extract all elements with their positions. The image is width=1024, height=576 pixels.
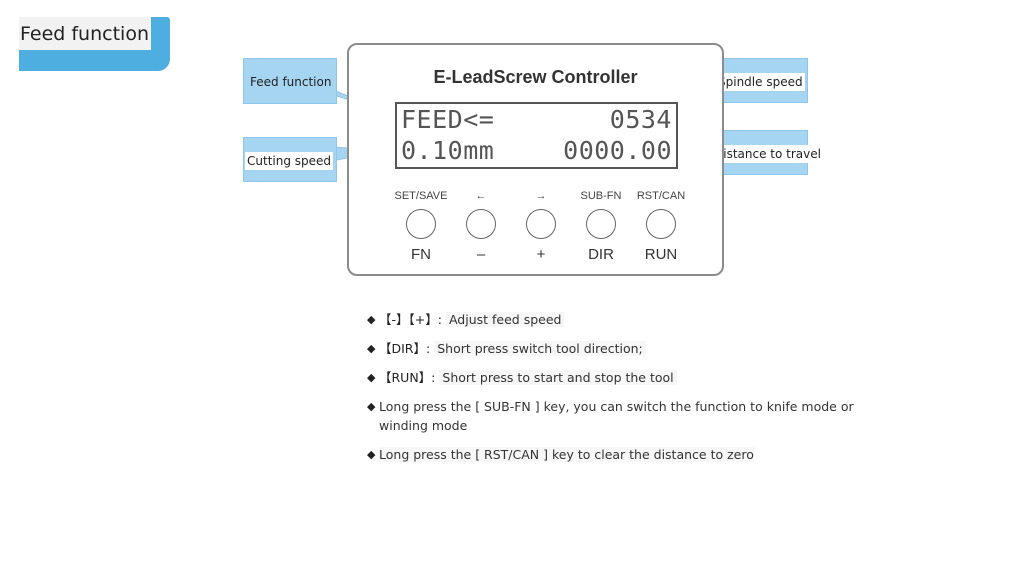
key-plus: → + (511, 189, 571, 264)
diamond-bullet-icon: ◆ (367, 342, 376, 355)
key-top-label: SET/SAVE (394, 190, 448, 202)
callout-feed-function: Feed function (243, 58, 337, 104)
key-top-label: SUB-FN (580, 190, 622, 202)
item-description: Long press the [ RST/CAN ] key to clear … (379, 447, 754, 462)
diamond-bullet-icon: ◆ (367, 448, 376, 461)
key-row: SET/SAVE FN ← – → + SUB-FN DIR RST/CAN R… (391, 189, 691, 264)
key-top-label: RST/CAN (636, 190, 686, 202)
key-name: 【RUN】: (379, 370, 436, 385)
key-name: 【-】【+】: (379, 312, 442, 327)
plus-button[interactable] (526, 209, 556, 239)
callout-label: Cutting speed (245, 152, 334, 170)
section-title: Feed function (19, 17, 151, 50)
right-arrow-icon: → (535, 190, 547, 202)
section-title-tab: Feed function (19, 17, 170, 71)
key-dir: SUB-FN DIR (571, 189, 631, 264)
lcd-cutting-speed: 0.10mm (401, 136, 495, 165)
lcd-feed-mode: FEED<= (401, 105, 495, 134)
list-item: ◆ Long press the [ RST/CAN ] key to clea… (367, 445, 877, 464)
callout-distance: Distance to travel (712, 130, 823, 175)
list-item: ◆ 【-】【+】: Adjust feed speed (367, 310, 877, 329)
key-bottom-label: DIR (588, 246, 614, 263)
lcd-row-2: 0.10mm 0000.00 (401, 135, 672, 166)
key-bottom-label: FN (411, 246, 431, 263)
left-arrow-icon: ← (475, 190, 487, 202)
key-bottom-label: + (536, 246, 546, 263)
callout-label: Feed function (250, 75, 332, 89)
key-minus: ← – (451, 189, 511, 264)
diamond-bullet-icon: ◆ (367, 313, 376, 326)
key-run: RST/CAN RUN (631, 189, 691, 264)
run-button[interactable] (646, 209, 676, 239)
list-item: ◆ 【DIR】: Short press switch tool directio… (367, 339, 877, 358)
list-item: ◆ 【RUN】: Short press to start and stop th… (367, 368, 877, 387)
item-description: Short press to start and stop the tool (439, 370, 677, 385)
key-bottom-label: – (476, 246, 486, 263)
key-fn: SET/SAVE FN (391, 189, 451, 264)
key-bottom-label: RUN (644, 246, 678, 263)
key-name: 【DIR】: (379, 341, 431, 356)
lcd-display: FEED<= 0534 0.10mm 0000.00 (395, 102, 678, 169)
fn-button[interactable] (406, 209, 436, 239)
callout-label: Distance to travel (712, 145, 823, 163)
callout-cutting-speed: Cutting speed (243, 137, 337, 182)
diamond-bullet-icon: ◆ (367, 371, 376, 384)
lcd-distance: 0000.00 (563, 136, 672, 165)
minus-button[interactable] (466, 209, 496, 239)
item-description: Long press the [ SUB-FN ] key, you can s… (379, 399, 854, 433)
lcd-spindle-speed: 0534 (609, 105, 672, 134)
item-description: Short press switch tool direction; (434, 341, 646, 356)
callout-spindle-speed: Spindle speed (715, 58, 808, 103)
lcd-row-1: FEED<= 0534 (401, 104, 672, 135)
list-item: ◆ Long press the [ SUB-FN ] key, you can… (367, 397, 877, 435)
dir-button[interactable] (586, 209, 616, 239)
instruction-list: ◆ 【-】【+】: Adjust feed speed ◆ 【DIR】: Short… (367, 310, 877, 474)
diamond-bullet-icon: ◆ (367, 400, 376, 413)
controller-panel: E-LeadScrew Controller FEED<= 0534 0.10m… (347, 43, 724, 276)
item-description: Adjust feed speed (445, 312, 565, 327)
controller-title: E-LeadScrew Controller (433, 67, 638, 87)
callout-label: Spindle speed (716, 73, 805, 91)
